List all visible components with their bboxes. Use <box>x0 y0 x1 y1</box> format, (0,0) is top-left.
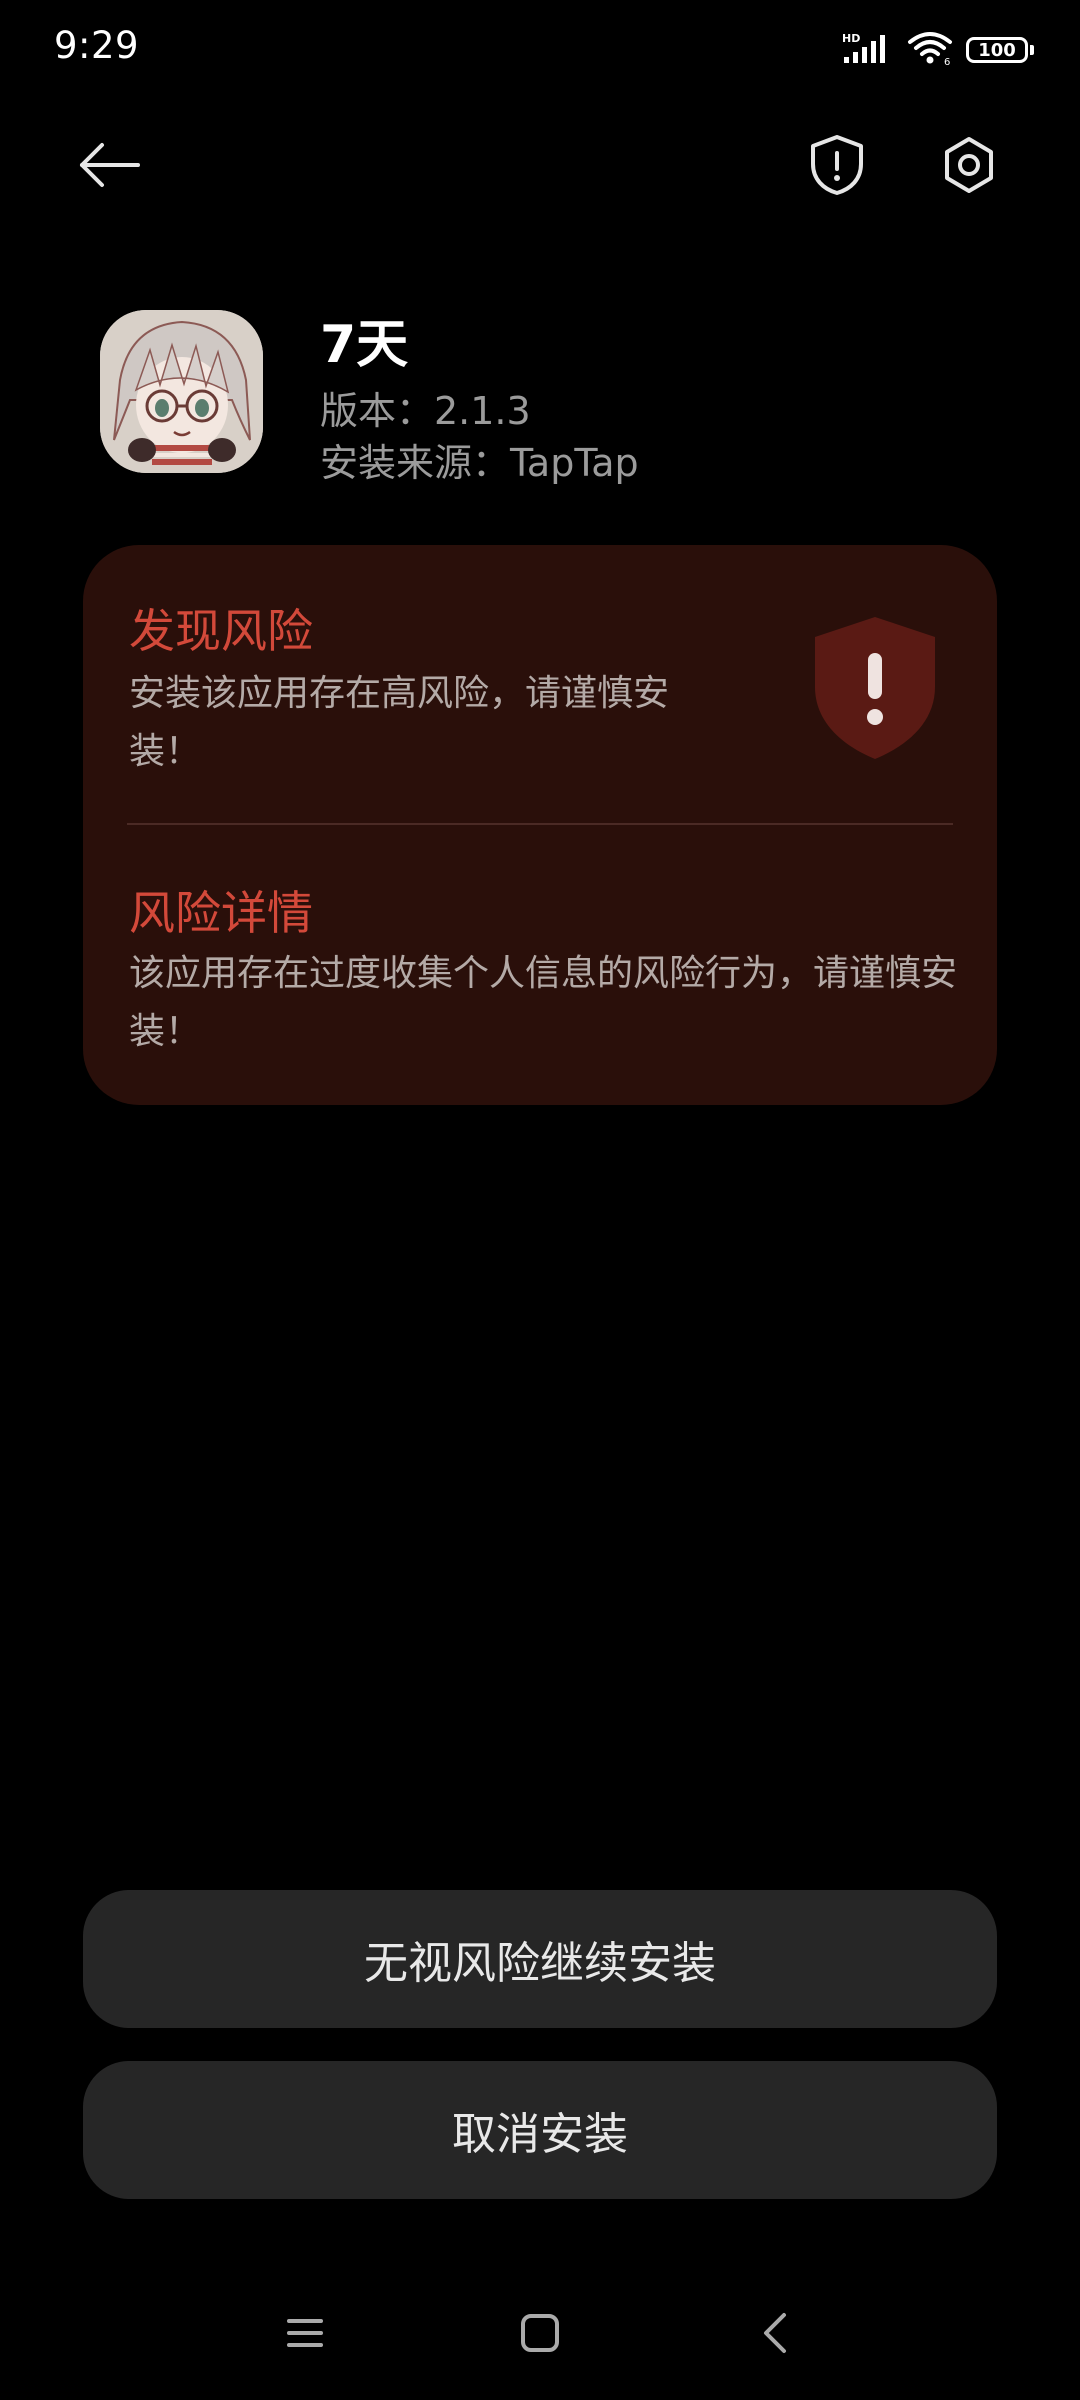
risk-detail-description: 该应用存在过度收集个人信息的风险行为，请谨慎安装！ <box>129 953 958 1052</box>
app-name: 7天 <box>320 315 409 375</box>
battery-level: 100 <box>966 37 1028 63</box>
app-version: 版本：2.1.3 <box>320 389 531 433</box>
svg-text:HD: HD <box>842 32 860 45</box>
app-source: 安装来源：TapTap <box>320 441 639 485</box>
home-icon <box>520 2313 560 2357</box>
nav-back-button[interactable] <box>735 2300 815 2370</box>
status-bar: 9:29 HD 6 100 <box>0 0 1080 100</box>
status-icons: HD 6 100 <box>842 30 1034 70</box>
shield-exclamation-icon <box>805 613 945 763</box>
risk-divider <box>127 823 953 825</box>
nav-home-button[interactable] <box>500 2300 580 2370</box>
risk-title: 发现风险 <box>129 604 313 658</box>
continue-install-button[interactable]: 无视风险继续安装 <box>83 1890 997 2028</box>
back-button[interactable] <box>65 122 155 212</box>
arrow-left-icon <box>78 141 142 193</box>
settings-button[interactable] <box>924 122 1014 212</box>
app-icon <box>100 310 263 473</box>
cancel-install-button[interactable]: 取消安装 <box>83 2061 997 2199</box>
security-button[interactable] <box>792 122 882 212</box>
risk-detail-title: 风险详情 <box>129 886 313 940</box>
svg-text:6: 6 <box>944 57 950 66</box>
back-icon <box>760 2311 790 2359</box>
risk-card: 发现风险 安装该应用存在高风险，请谨慎安装！ 风险详情 该应用存在过度收集个人信… <box>83 545 997 1105</box>
risk-description: 安装该应用存在高风险，请谨慎安装！ <box>129 673 670 772</box>
battery-icon: 100 <box>966 37 1034 63</box>
wifi-icon: 6 <box>906 30 954 70</box>
nav-menu-button[interactable] <box>265 2300 345 2370</box>
menu-icon <box>285 2315 325 2355</box>
shield-alert-icon <box>809 133 865 201</box>
settings-icon <box>939 135 999 199</box>
hd-signal-icon: HD <box>842 31 894 69</box>
status-time: 9:29 <box>54 24 140 67</box>
